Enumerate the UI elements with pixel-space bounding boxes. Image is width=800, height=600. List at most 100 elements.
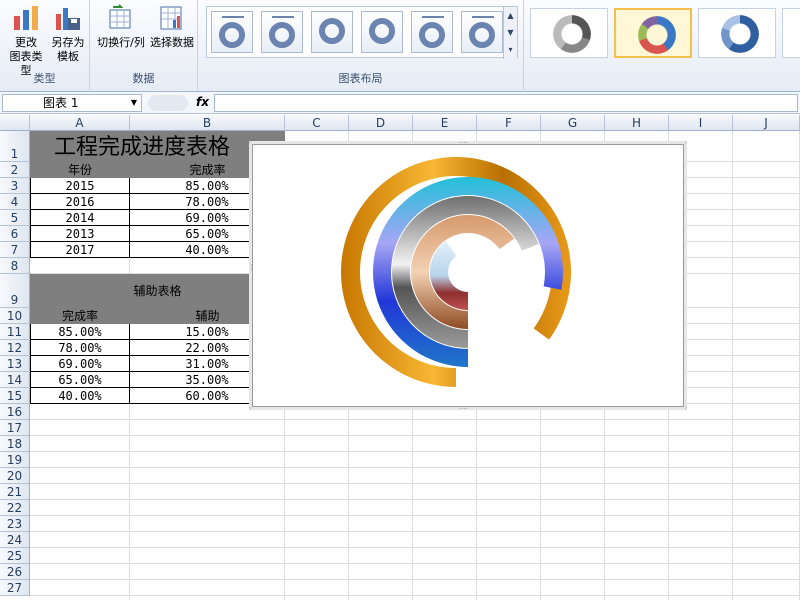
select-data-button[interactable]: 选择数据 xyxy=(148,4,196,50)
resize-handle-top[interactable]: ···· xyxy=(459,139,468,147)
grid-row-line xyxy=(30,515,800,516)
layout-option-3[interactable] xyxy=(311,11,353,53)
resize-handle-bottom[interactable]: ···· xyxy=(459,405,468,413)
row-header-26[interactable]: 26 xyxy=(0,564,30,580)
column-header-e[interactable]: E xyxy=(413,115,477,131)
grid-row-line xyxy=(30,499,800,500)
switch-row-column-icon xyxy=(109,4,131,29)
style-option-4[interactable] xyxy=(782,8,800,58)
row-header-2[interactable]: 2 xyxy=(0,162,30,178)
table1-year-cell[interactable]: 2016 xyxy=(30,194,130,210)
group-data-label: 数据 xyxy=(132,72,155,85)
table1-year-cell[interactable]: 2014 xyxy=(30,210,130,226)
switch-row-column-button[interactable]: 切换行/列 xyxy=(94,4,148,50)
resize-handle-top-right[interactable]: ◦ xyxy=(684,139,688,147)
chevron-down-icon[interactable]: ▼ xyxy=(131,95,137,111)
column-header-g[interactable]: G xyxy=(541,115,605,131)
table2-title[interactable]: 辅助表格 xyxy=(30,274,285,308)
group-type: 更改 图表类型 另存为 模板 类型 xyxy=(0,0,90,90)
style-1-icon xyxy=(553,15,591,53)
row-header-7[interactable]: 7 xyxy=(0,242,30,258)
resize-handle-bottom-right[interactable]: ◦ xyxy=(684,405,688,413)
table2-rate-cell[interactable]: 40.00% xyxy=(30,388,130,404)
grid-row-line xyxy=(30,483,800,484)
column-header-c[interactable]: C xyxy=(285,115,349,131)
chart-style-gallery xyxy=(530,6,800,58)
row-header-20[interactable]: 20 xyxy=(0,468,30,484)
doughnut-ring-2013[interactable] xyxy=(411,215,515,329)
layout-gallery-scroll[interactable]: ▲ ▼ ▾ xyxy=(503,7,517,59)
row-header-9[interactable]: 9 xyxy=(0,274,30,308)
row-header-18[interactable]: 18 xyxy=(0,436,30,452)
style-3-icon xyxy=(721,15,759,53)
table2-header-rate[interactable]: 完成率 xyxy=(30,308,130,324)
formula-bar-splitter[interactable] xyxy=(148,95,188,111)
resize-handle-top-left[interactable]: ◦ xyxy=(248,139,252,147)
layout-option-4[interactable] xyxy=(361,11,403,53)
column-header-d[interactable]: D xyxy=(349,115,413,131)
layout-option-6[interactable] xyxy=(461,11,503,53)
table1-year-cell[interactable]: 2013 xyxy=(30,226,130,242)
column-header-i[interactable]: I xyxy=(669,115,733,131)
table2-rate-cell[interactable]: 69.00% xyxy=(30,356,130,372)
save-as-template-button[interactable]: 另存为 模板 xyxy=(48,4,88,64)
grid-row-line xyxy=(30,547,800,548)
table1-year-cell[interactable]: 2017 xyxy=(30,242,130,258)
doughnut-chart[interactable]: ···· ···· ⋮ ⋮ ◦ ◦ ◦ ◦ xyxy=(248,139,688,413)
grid-row-line xyxy=(30,595,800,596)
row-header-27[interactable]: 27 xyxy=(0,580,30,596)
change-chart-type-button[interactable]: 更改 图表类型 xyxy=(6,4,46,78)
table1-header-year[interactable]: 年份 xyxy=(30,162,130,178)
grid-row-line xyxy=(30,419,800,420)
row-header-11[interactable]: 11 xyxy=(0,324,30,340)
row-header-8[interactable]: 8 xyxy=(0,258,30,274)
row-header-6[interactable]: 6 xyxy=(0,226,30,242)
grid-row-line xyxy=(30,435,800,436)
table2-rate-cell[interactable]: 85.00% xyxy=(30,324,130,340)
column-header-j[interactable]: J xyxy=(733,115,800,131)
column-header-h[interactable]: H xyxy=(605,115,669,131)
row-header-15[interactable]: 15 xyxy=(0,388,30,404)
row-header-16[interactable]: 16 xyxy=(0,404,30,420)
style-option-2-selected[interactable] xyxy=(614,8,692,58)
row-header-25[interactable]: 25 xyxy=(0,548,30,564)
group-type-label: 类型 xyxy=(33,72,56,85)
row-header-21[interactable]: 21 xyxy=(0,484,30,500)
row-header-14[interactable]: 14 xyxy=(0,372,30,388)
insert-function-icon[interactable]: fx xyxy=(196,95,209,109)
row-header-4[interactable]: 4 xyxy=(0,194,30,210)
chart-layout-gallery: ▲ ▼ ▾ xyxy=(206,6,518,59)
style-option-1[interactable] xyxy=(530,8,608,58)
resize-handle-left[interactable]: ⋮ xyxy=(248,263,255,271)
formula-input[interactable] xyxy=(214,94,798,112)
row-header-24[interactable]: 24 xyxy=(0,532,30,548)
column-header-b[interactable]: B xyxy=(130,115,285,131)
table2-rate-cell[interactable]: 65.00% xyxy=(30,372,130,388)
row-header-12[interactable]: 12 xyxy=(0,340,30,356)
row-header-13[interactable]: 13 xyxy=(0,356,30,372)
style-option-3[interactable] xyxy=(698,8,776,58)
row-header-3[interactable]: 3 xyxy=(0,178,30,194)
resize-handle-bottom-left[interactable]: ◦ xyxy=(248,405,252,413)
layout-option-2[interactable] xyxy=(261,11,303,53)
row-header-22[interactable]: 22 xyxy=(0,500,30,516)
column-header-f[interactable]: F xyxy=(477,115,541,131)
layout-option-1[interactable] xyxy=(211,11,253,53)
row-header-19[interactable]: 19 xyxy=(0,452,30,468)
table1-title[interactable]: 工程完成进度表格 xyxy=(30,131,285,162)
name-box[interactable]: 图表 1 ▼ xyxy=(2,94,142,112)
row-header-17[interactable]: 17 xyxy=(0,420,30,436)
table2-rate-cell[interactable]: 78.00% xyxy=(30,340,130,356)
resize-handle-right[interactable]: ⋮ xyxy=(680,263,687,271)
grid-row-line xyxy=(30,579,800,580)
row-header-5[interactable]: 5 xyxy=(0,210,30,226)
table1-year-cell[interactable]: 2015 xyxy=(30,178,130,194)
row-header-1[interactable]: 1 xyxy=(0,131,30,162)
row-header-10[interactable]: 10 xyxy=(0,308,30,324)
select-all-corner[interactable] xyxy=(0,115,30,131)
layout-option-5[interactable] xyxy=(411,11,453,53)
row-header-23[interactable]: 23 xyxy=(0,516,30,532)
column-header-a[interactable]: A xyxy=(30,115,130,131)
group-data: 切换行/列 选择数据 数据 xyxy=(90,0,198,90)
grid-row-line xyxy=(30,531,800,532)
